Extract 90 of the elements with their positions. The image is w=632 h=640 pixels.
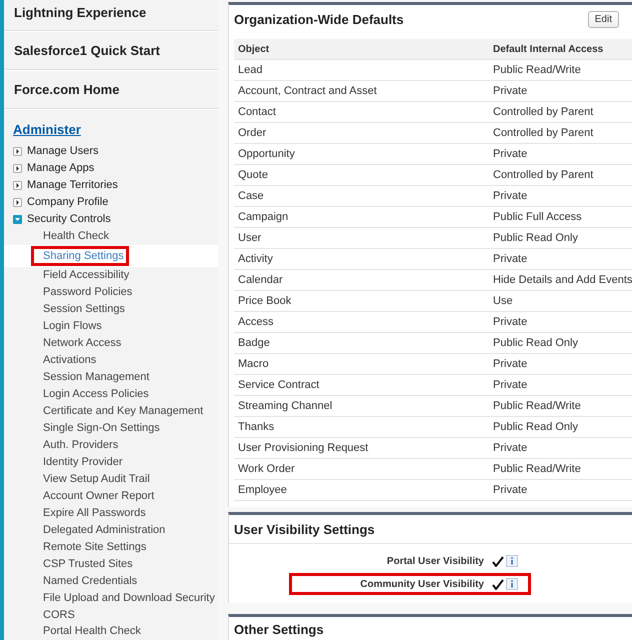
tree-item[interactable]: Manage Territories <box>27 179 118 192</box>
tree-item[interactable]: Company Profile <box>27 196 108 208</box>
table-cell-text: Public Full Access <box>492 211 583 223</box>
tree-item[interactable]: Session Management <box>43 370 150 383</box>
tree-item[interactable]: CORS <box>43 608 75 620</box>
tree-item[interactable]: Password Policies <box>43 286 132 298</box>
table-cell-text: Campaign <box>237 211 290 223</box>
tree-item[interactable]: Account Owner Report <box>43 490 154 502</box>
tree-item[interactable]: View Setup Audit Trail <box>43 472 150 485</box>
table-cell-text: Order <box>237 127 268 139</box>
tree-item[interactable]: Activations <box>43 354 96 366</box>
table-cell-text: User <box>237 232 262 244</box>
table-cell-text: Private <box>492 358 528 370</box>
field-label: Community User Visibility <box>360 578 484 590</box>
table-cell-text: Private <box>492 253 528 265</box>
table-cell-text: Case <box>237 190 265 202</box>
tree-item[interactable]: CSP Trusted Sites <box>43 558 133 570</box>
table-cell-text: Work Order <box>237 463 296 475</box>
section-link[interactable]: Administer <box>13 122 81 137</box>
tree-item[interactable]: Login Access Policies <box>43 388 149 400</box>
column-header: Default Internal Access <box>492 44 604 54</box>
tree-item[interactable]: Auth. Providers <box>43 438 118 451</box>
sidebar-link[interactable]: Lightning Experience <box>4 0 218 31</box>
table-cell-text: Public Read Only <box>492 421 579 433</box>
table-cell-text: Streaming Channel <box>237 400 334 412</box>
table-cell-text: Use <box>492 295 514 307</box>
panel-title: User Visibility Settings <box>234 522 375 536</box>
table-cell-text: Service Contract <box>237 379 320 391</box>
table-cell-text: User Provisioning Request <box>237 442 370 454</box>
table-cell-text: Controlled by Parent <box>492 169 594 181</box>
table-cell-text: Private <box>492 316 528 328</box>
info-icon[interactable] <box>506 555 518 567</box>
tree-item[interactable]: Single Sign-On Settings <box>43 422 160 434</box>
table-cell-text: Price Book <box>237 295 292 307</box>
panel-title: Organization-Wide Defaults <box>234 12 404 26</box>
tree-item[interactable]: Manage Users <box>27 145 99 158</box>
field-label: Portal User Visibility <box>386 556 484 566</box>
table-cell-text: Public Read/Write <box>492 463 582 475</box>
panel-title: Other Settings <box>234 622 324 636</box>
tree-item[interactable]: Manage Apps <box>27 162 94 174</box>
tree-item[interactable]: Expire All Passwords <box>43 506 146 519</box>
table-cell-text: Quote <box>237 169 269 181</box>
tree-item[interactable]: Security Controls <box>27 213 111 226</box>
column-header: Object <box>237 44 270 54</box>
sidebar-link[interactable]: Salesforce1 Quick Start <box>4 30 218 70</box>
tree-item[interactable]: File Upload and Download Security <box>43 592 215 604</box>
tree-item[interactable]: Sharing Settings <box>31 246 129 266</box>
sidebar-link[interactable]: Force.com Home <box>4 70 218 109</box>
edit-button[interactable]: Edit <box>588 10 619 28</box>
collapse-icon[interactable] <box>13 214 22 224</box>
expand-icon[interactable] <box>13 198 22 207</box>
table-cell-text: Public Read/Write <box>492 400 582 412</box>
table-cell-text: Private <box>492 148 528 160</box>
tree-item[interactable]: Remote Site Settings <box>43 540 146 553</box>
tree-item[interactable]: Session Settings <box>43 303 125 316</box>
tree-item[interactable]: Delegated Administration <box>43 524 166 536</box>
expand-icon[interactable] <box>13 164 22 173</box>
table-cell-text: Contact <box>237 106 277 118</box>
table-cell-text: Controlled by Parent <box>492 106 594 118</box>
expand-icon[interactable] <box>13 146 22 156</box>
tree-item[interactable]: Field Accessibility <box>43 269 130 282</box>
info-icon[interactable] <box>506 578 518 590</box>
table-cell-text: Macro <box>237 358 270 370</box>
table-cell-text: Public Read/Write <box>492 64 582 76</box>
table-cell-text: Private <box>492 442 528 454</box>
tree-item[interactable]: Identity Provider <box>43 456 122 468</box>
table-cell-text: Controlled by Parent <box>492 127 594 139</box>
table-cell-text: Public Read Only <box>492 232 579 244</box>
table-cell-text: Badge <box>237 337 271 349</box>
table-cell-text: Public Read Only <box>492 337 579 349</box>
tree-item[interactable]: Network Access <box>43 337 122 349</box>
expand-icon[interactable] <box>13 180 22 190</box>
tree-item[interactable]: Login Flows <box>43 320 102 332</box>
table-cell-text: Activity <box>237 253 274 265</box>
tree-item[interactable]: Named Credentials <box>43 574 138 587</box>
table-cell-text: Access <box>237 316 274 328</box>
table-cell-text: Account, Contract and Asset <box>237 85 378 97</box>
tree-item[interactable]: Health Check <box>43 230 110 242</box>
table-cell-text: Lead <box>237 64 264 76</box>
table-cell-text: Hide Details and Add Events <box>492 274 632 286</box>
table-cell-text: Private <box>492 379 528 391</box>
table-cell-text: Thanks <box>237 421 276 433</box>
table-cell-text: Calendar <box>237 274 284 286</box>
tree-item[interactable]: Certificate and Key Management <box>43 404 204 417</box>
table-cell-text: Private <box>492 85 528 97</box>
table-cell-text: Private <box>492 484 528 496</box>
table-cell-text: Private <box>492 190 528 202</box>
table-cell-text: Employee <box>237 484 288 496</box>
tree-item[interactable]: Portal Health Check <box>43 625 141 638</box>
table-cell-text: Opportunity <box>237 148 296 160</box>
